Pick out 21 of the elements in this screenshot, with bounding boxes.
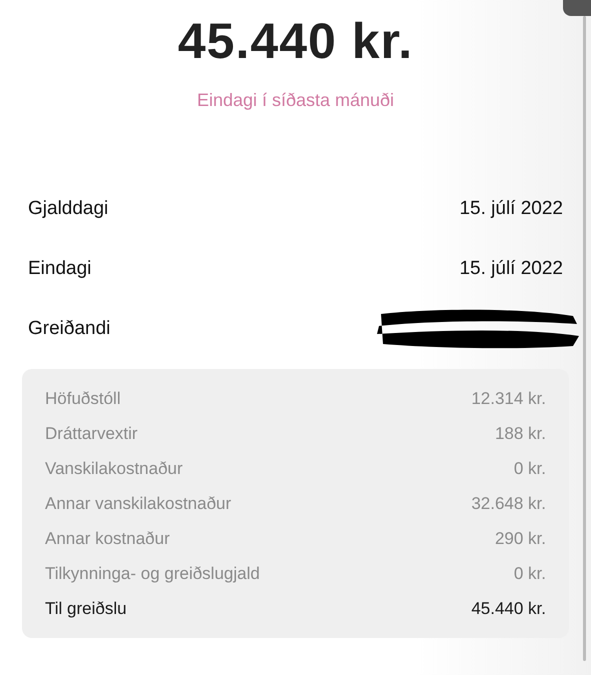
breakdown-value: 0 kr. <box>514 564 546 584</box>
breakdown-label: Annar kostnaður <box>45 528 170 548</box>
breakdown-value: 32.648 kr. <box>471 494 546 514</box>
breakdown-label: Tilkynninga- og greiðslugjald <box>45 564 260 584</box>
detail-label: Greiðandi <box>28 318 110 340</box>
breakdown-value: 188 kr. <box>494 424 546 444</box>
detail-label: Eindagi <box>28 258 92 280</box>
breakdown-value: 0 kr. <box>514 458 546 478</box>
breakdown-value: 45.440 kr. <box>471 598 546 618</box>
detail-value: 15. júlí 2022 <box>459 198 563 220</box>
breakdown-value: 12.314 kr. <box>471 388 546 408</box>
breakdown-label: Dráttarvextir <box>45 424 138 444</box>
due-status-text: Eindagi í síðasta mánuði <box>196 90 396 111</box>
breakdown-label: Til greiðslu <box>45 598 127 618</box>
breakdown-label: Höfuðstóll <box>45 388 121 408</box>
amount-heading: 45.440 kr. <box>176 12 414 70</box>
breakdown-label: Annar vanskilakostnaður <box>45 494 232 514</box>
breakdown-value: 290 kr. <box>494 528 546 548</box>
detail-value: 15. júlí 2022 <box>459 258 563 280</box>
detail-label: Gjalddagi <box>28 198 108 220</box>
breakdown-label: Vanskilakostnaður <box>45 458 183 478</box>
